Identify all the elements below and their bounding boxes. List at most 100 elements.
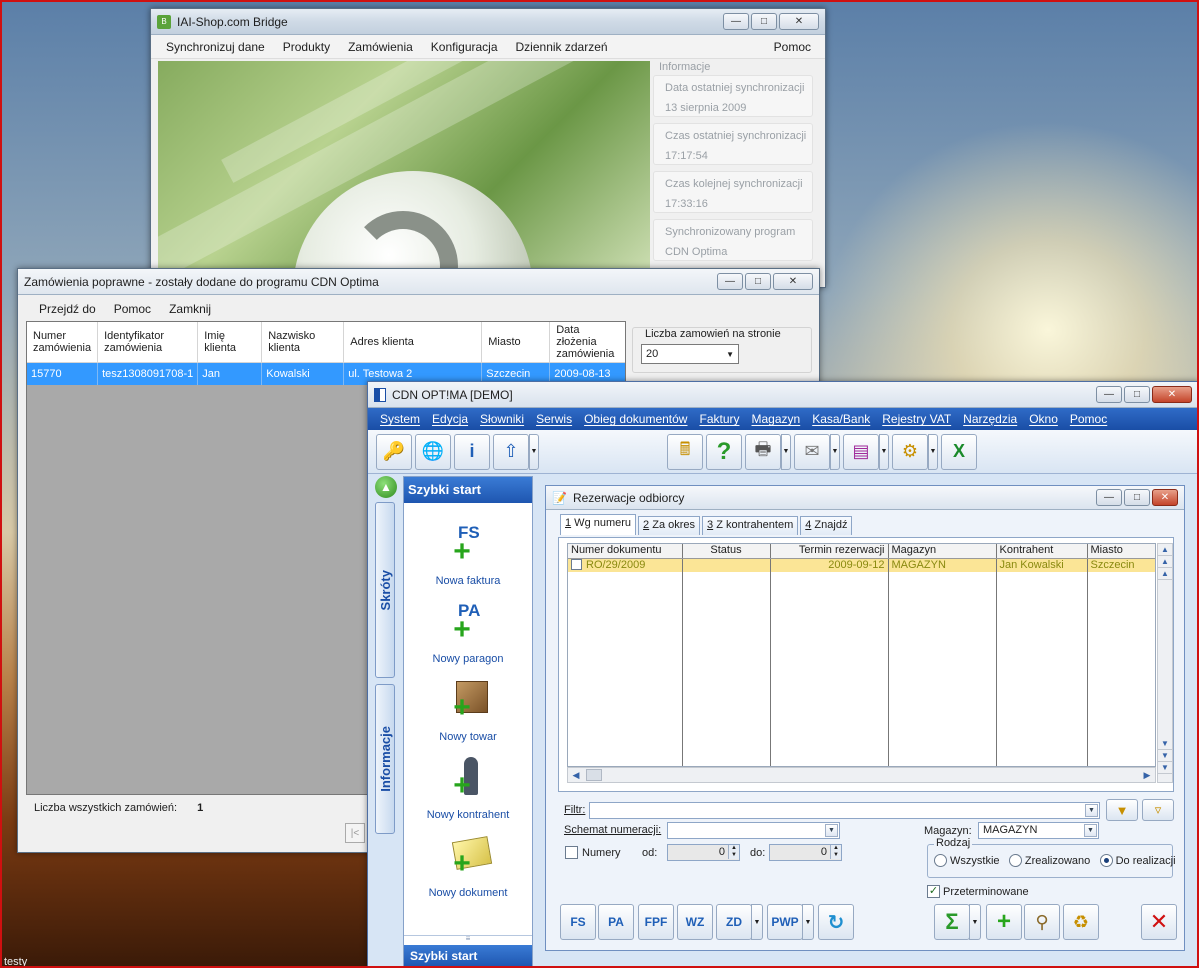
menu-warehouse[interactable]: Magazyn xyxy=(746,412,807,426)
delete-icon[interactable]: ♻ xyxy=(1063,904,1099,940)
panel-resize-handle[interactable]: ≡ xyxy=(404,935,532,943)
new-receipt-item[interactable]: PA + Nowy paragon xyxy=(404,601,532,665)
scroll-down-icon[interactable]: ▼ xyxy=(1158,738,1172,750)
scroll-right-icon[interactable]: ▶ xyxy=(1139,768,1155,782)
from-input[interactable]: 0 ▲ ▼ xyxy=(667,844,740,861)
col-first-name[interactable]: Imię klienta xyxy=(197,322,263,363)
gears-icon[interactable]: ⚙ xyxy=(892,433,928,470)
scroll-up-icon[interactable]: ▲ xyxy=(1158,568,1172,580)
from-stepper[interactable]: ▲ ▼ xyxy=(728,845,739,860)
chevron-down-icon[interactable]: ▼ xyxy=(751,904,763,940)
optima-titlebar[interactable]: CDN OPT!MA [DEMO] — □ ✕ xyxy=(368,382,1198,408)
close-button[interactable]: ✕ xyxy=(1152,386,1192,403)
tab-find[interactable]: 4 Znajdź xyxy=(800,516,853,535)
tab-by-number[interactable]: 1 Wg numeru xyxy=(560,514,637,535)
help-icon[interactable]: ? xyxy=(706,433,742,470)
filter-input[interactable]: ▼ xyxy=(589,802,1100,819)
scroll-page-up-icon[interactable]: ▲ xyxy=(1158,556,1172,568)
menu-window[interactable]: Okno xyxy=(1023,412,1064,426)
menu-system[interactable]: System xyxy=(374,412,426,426)
first-page-button[interactable]: |< xyxy=(345,823,365,843)
envelope-icon[interactable]: ✉ xyxy=(794,433,830,470)
close-icon[interactable]: ✕ xyxy=(1141,904,1177,940)
globe-icon[interactable]: 🌐 xyxy=(415,433,451,470)
to-input[interactable]: 0 ▲ ▼ xyxy=(769,844,842,861)
issue-fpf-button[interactable]: FPF xyxy=(638,904,674,940)
col-order-number[interactable]: Numer zamówienia xyxy=(27,322,99,363)
maximize-button[interactable]: □ xyxy=(745,273,771,290)
import-icon[interactable]: ⇧ xyxy=(493,433,529,470)
issue-fs-button[interactable]: FS xyxy=(560,904,596,940)
new-document-item[interactable]: + Nowy dokument xyxy=(404,835,532,899)
menu-config[interactable]: Konfiguracja xyxy=(422,40,507,54)
menu-event-log[interactable]: Dziennik zdarzeń xyxy=(507,40,617,54)
horizontal-scrollbar[interactable]: ◀ ▶ xyxy=(567,767,1156,783)
radio-to-do[interactable]: Do realizacji xyxy=(1099,854,1176,867)
col-city[interactable]: Miasto xyxy=(1087,544,1155,559)
maximize-button[interactable]: □ xyxy=(751,13,777,30)
tab-by-period[interactable]: 2 Za okres xyxy=(638,516,701,535)
tab-shortcuts[interactable]: Skróty xyxy=(375,502,395,678)
calculator-icon[interactable]: 🖩 xyxy=(667,433,703,470)
scroll-left-icon[interactable]: ◀ xyxy=(568,768,584,782)
menu-close[interactable]: Zamknij xyxy=(160,302,220,316)
menu-help[interactable]: Pomoc xyxy=(765,40,825,54)
chevron-down-icon[interactable]: ▼ xyxy=(928,433,938,470)
chevron-down-icon[interactable]: ▼ xyxy=(830,433,840,470)
issue-wz-button[interactable]: WZ xyxy=(677,904,713,940)
overdue-checkbox[interactable]: ✓ xyxy=(927,885,940,898)
col-date[interactable]: Data złożenia zamówienia xyxy=(549,322,625,363)
tab-by-contractor[interactable]: 3 Z kontrahentem xyxy=(702,516,799,535)
add-icon[interactable]: + xyxy=(986,904,1022,940)
tab-information[interactable]: Informacje xyxy=(375,684,395,834)
col-last-name[interactable]: Nazwisko klienta xyxy=(261,322,345,363)
table-row[interactable]: RO/29/2009 2009-09-12 MAGAZYN Jan Kowals… xyxy=(568,558,1155,572)
chevron-down-icon[interactable]: ▼ xyxy=(781,433,791,470)
chevron-down-icon[interactable]: ▼ xyxy=(802,904,814,940)
issue-zd-button[interactable]: ZD xyxy=(716,904,752,940)
menu-dictionaries[interactable]: Słowniki xyxy=(474,412,530,426)
vertical-scrollbar[interactable]: ▲ ▲ ▲ ▼ ▼ ▼ xyxy=(1157,543,1173,783)
numbers-checkbox[interactable] xyxy=(565,846,578,859)
issue-pwp-button[interactable]: PWP xyxy=(767,904,803,940)
col-status[interactable]: Status xyxy=(682,544,771,559)
chevron-down-icon[interactable]: ▼ xyxy=(1084,824,1097,837)
warehouse-select[interactable]: MAGAZYN ▼ xyxy=(978,822,1099,839)
close-button[interactable]: ✕ xyxy=(779,13,819,30)
new-contractor-item[interactable]: + Nowy kontrahent xyxy=(404,757,532,821)
menu-service[interactable]: Serwis xyxy=(530,412,578,426)
scroll-top-icon[interactable]: ▲ xyxy=(1158,544,1172,556)
chart-icon[interactable]: ▤ xyxy=(843,433,879,470)
sum-icon[interactable]: Σ xyxy=(934,904,970,940)
minimize-button[interactable]: — xyxy=(717,273,743,290)
menu-vat-registers[interactable]: Rejestry VAT xyxy=(876,412,957,426)
menu-sync[interactable]: Synchronizuj dane xyxy=(157,40,274,54)
chevron-down-icon[interactable]: ▼ xyxy=(825,824,838,837)
excel-icon[interactable]: X xyxy=(941,433,977,470)
menu-orders[interactable]: Zamówienia xyxy=(339,40,422,54)
menu-products[interactable]: Produkty xyxy=(274,40,339,54)
col-warehouse[interactable]: Magazyn xyxy=(888,544,997,559)
menu-invoices[interactable]: Faktury xyxy=(693,412,745,426)
scroll-page-down-icon[interactable]: ▼ xyxy=(1158,750,1172,762)
edit-icon[interactable]: ⚲ xyxy=(1024,904,1060,940)
menu-cash-bank[interactable]: Kasa/Bank xyxy=(806,412,876,426)
per-page-select[interactable]: 20 ▼ xyxy=(641,344,739,364)
filter-icon[interactable]: ▼ xyxy=(1106,799,1138,821)
col-order-id[interactable]: Identyfikator zamówienia xyxy=(97,322,199,363)
info-icon[interactable]: i xyxy=(454,433,490,470)
scroll-bottom-icon[interactable]: ▼ xyxy=(1158,762,1172,774)
menu-help[interactable]: Pomoc xyxy=(1064,412,1113,426)
pin-icon[interactable]: ▲ xyxy=(375,476,397,498)
minimize-button[interactable]: — xyxy=(1096,489,1122,506)
new-invoice-item[interactable]: FS + Nowa faktura xyxy=(404,523,532,587)
menu-document-flow[interactable]: Obieg dokumentów xyxy=(578,412,693,426)
reservations-titlebar[interactable]: 📝 Rezerwacje odbiorcy — □ ✕ xyxy=(546,486,1184,510)
to-stepper[interactable]: ▲ ▼ xyxy=(830,845,841,860)
row-checkbox[interactable] xyxy=(571,559,582,571)
refresh-icon[interactable]: ↻ xyxy=(818,904,854,940)
issue-pa-button[interactable]: PA xyxy=(598,904,634,940)
col-city[interactable]: Miasto xyxy=(481,322,551,363)
chevron-down-icon[interactable]: ▼ xyxy=(1085,804,1098,817)
desktop-icon-label[interactable]: testy xyxy=(4,956,27,968)
